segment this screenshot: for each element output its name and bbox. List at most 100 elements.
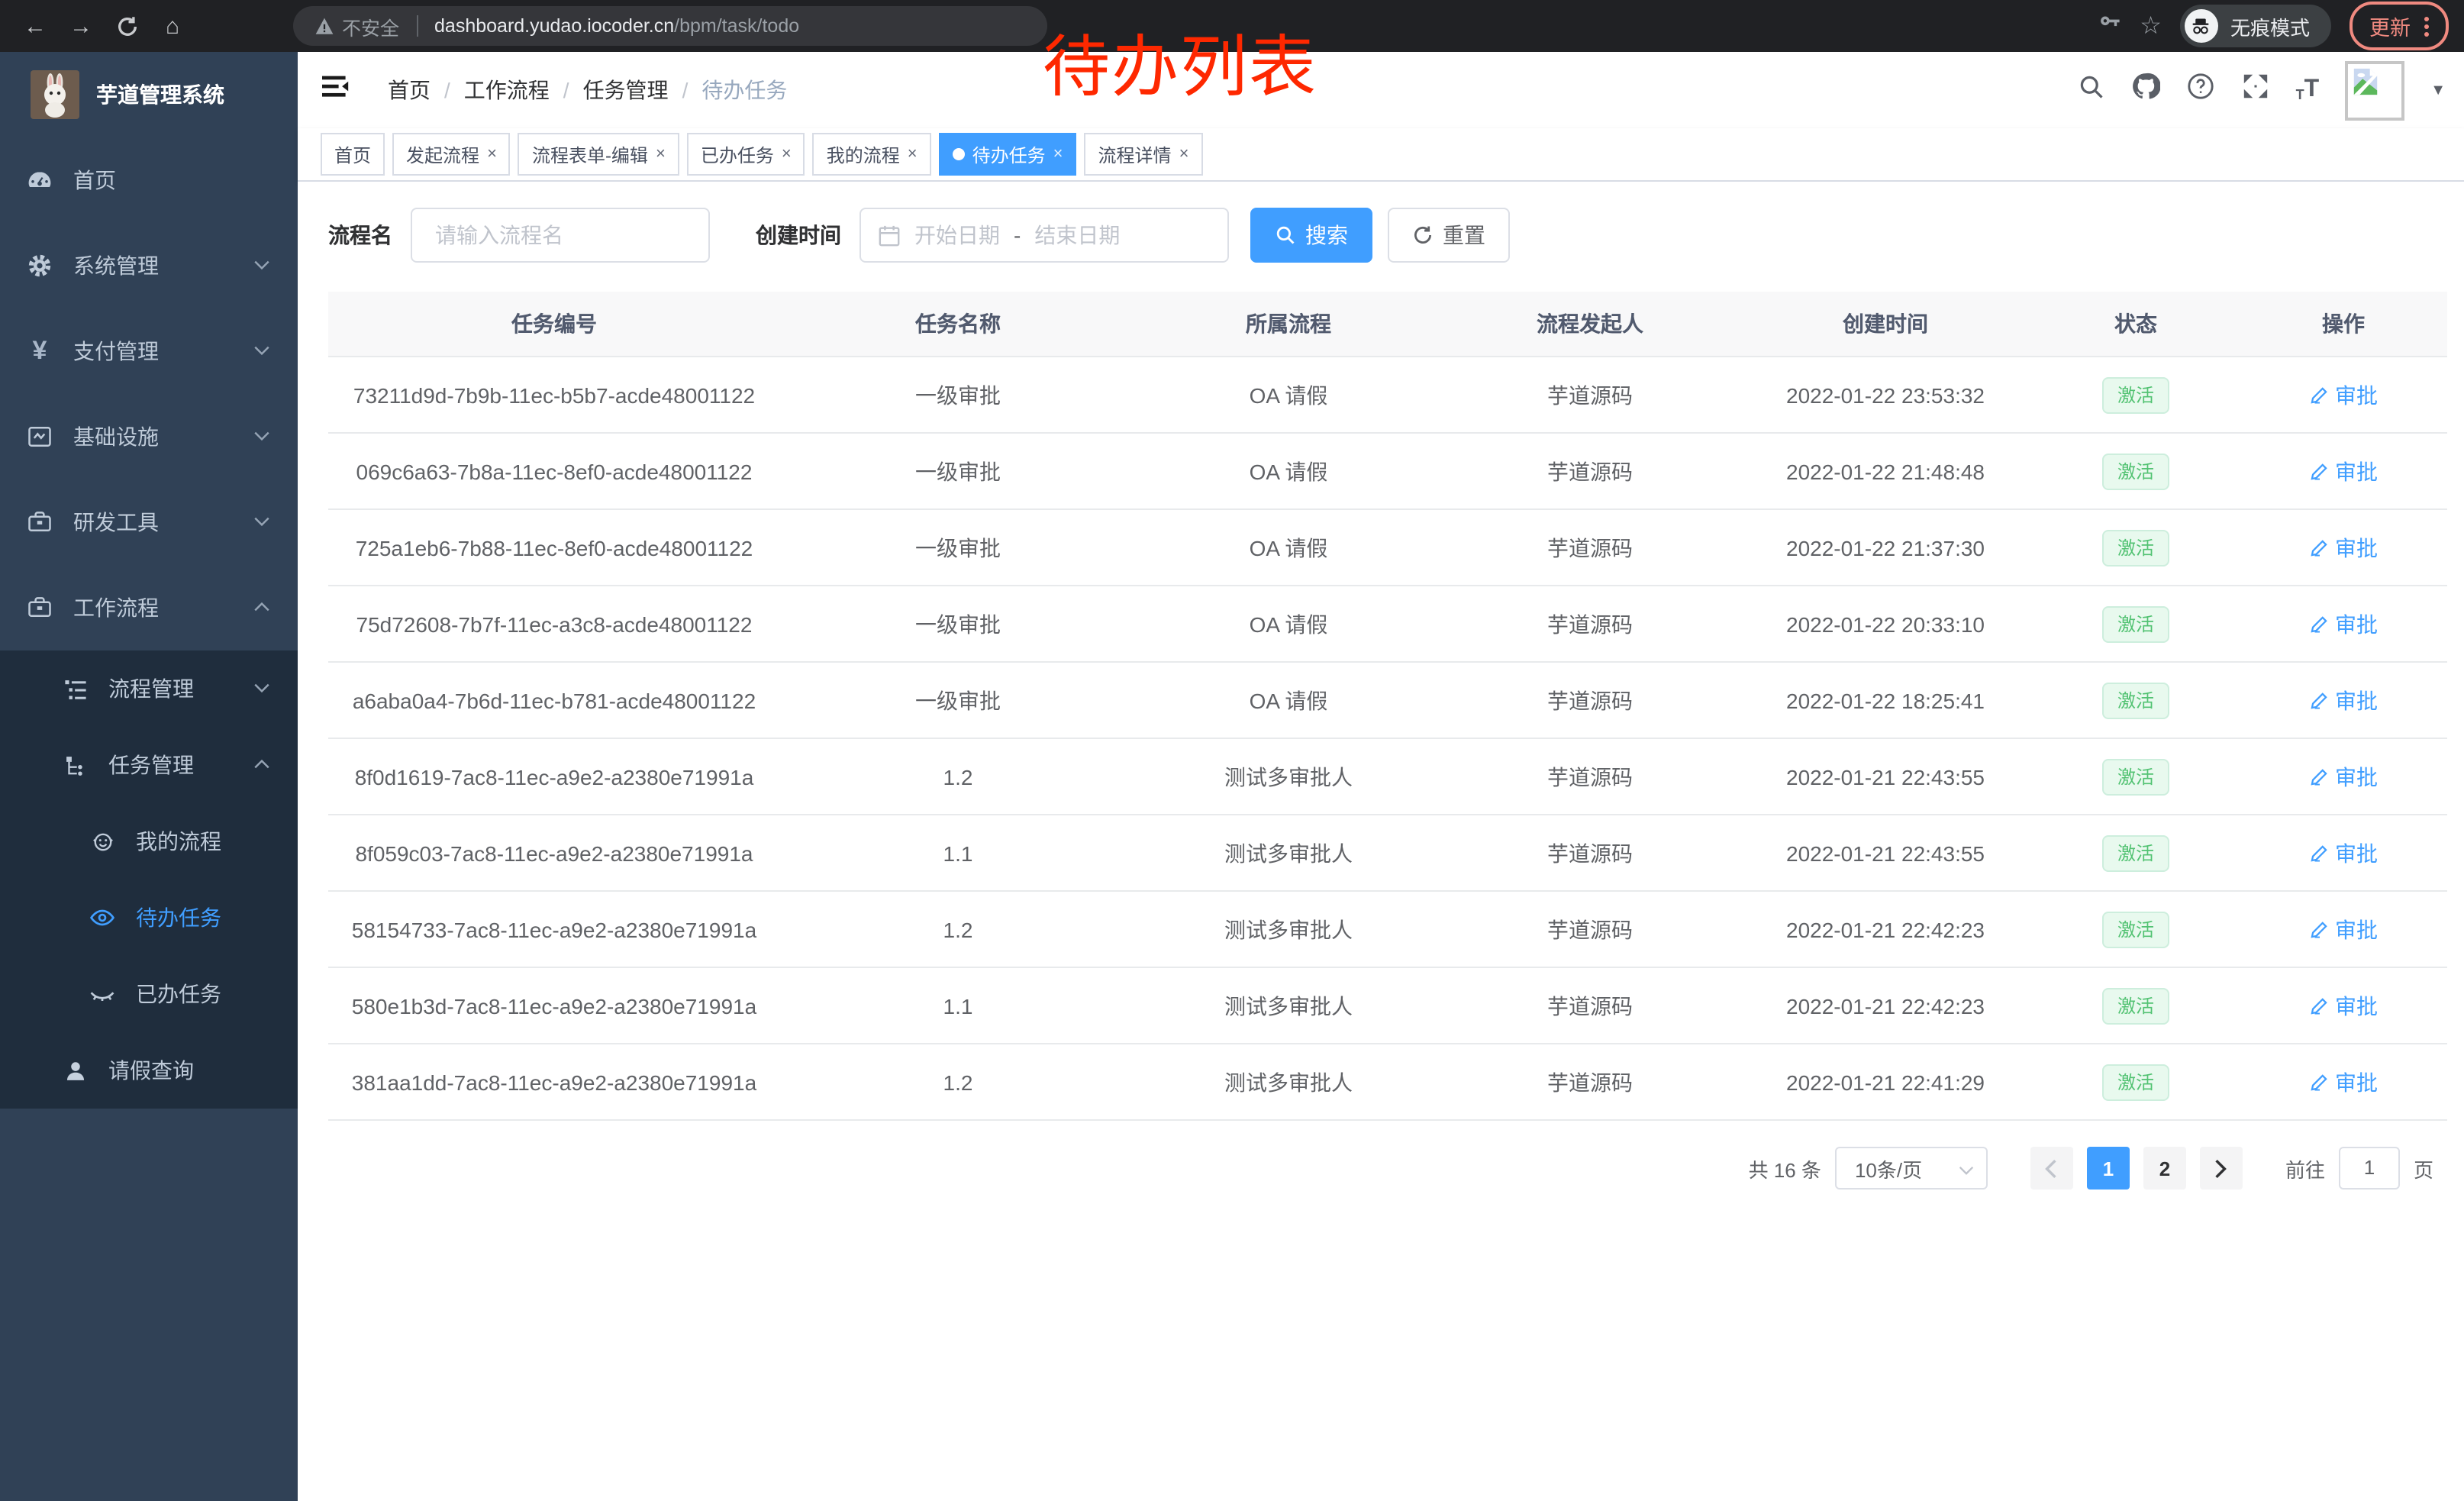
page-size-select[interactable]: 10条/页 xyxy=(1835,1147,1988,1190)
address-bar[interactable]: 不安全 dashboard.yudao.iocoder.cn/bpm/task/… xyxy=(293,6,1047,46)
font-size-icon[interactable]: TT xyxy=(2296,78,2320,102)
password-key-icon[interactable] xyxy=(2095,9,2121,43)
user-menu-caret-icon[interactable]: ▼ xyxy=(2430,82,2446,98)
approve-link[interactable]: 审批 xyxy=(2309,914,2378,944)
col-task-name: 任务名称 xyxy=(780,292,1136,357)
tag[interactable]: 流程表单-编辑 × xyxy=(518,133,679,176)
home-icon[interactable]: ⌂ xyxy=(153,6,192,46)
tag[interactable]: 首页 × xyxy=(321,133,385,176)
reload-icon[interactable] xyxy=(107,6,147,46)
workflow-submenu: 流程管理 任务管理 我的流程 待办任务 已办 xyxy=(0,650,298,1109)
url-text: dashboard.yudao.iocoder.cn/bpm/task/todo xyxy=(434,15,799,37)
close-icon[interactable]: × xyxy=(782,145,792,163)
approve-link[interactable]: 审批 xyxy=(2309,379,2378,410)
breadcrumb-separator: / xyxy=(563,78,569,102)
tag-label: 发起流程 xyxy=(406,141,479,167)
breadcrumb-workflow[interactable]: 工作流程 xyxy=(464,75,550,105)
date-range-picker[interactable]: 开始日期 - 结束日期 xyxy=(859,208,1229,263)
tag[interactable]: 流程详情 × xyxy=(1085,133,1203,176)
security-warning[interactable]: 不安全 xyxy=(314,11,399,40)
approve-link[interactable]: 审批 xyxy=(2309,761,2378,792)
red-annotation-text: 待办列表 xyxy=(1043,12,1317,110)
table-row: 580e1b3d-7ac8-11ec-a9e2-a2380e71991a 1.1… xyxy=(328,967,2447,1044)
page-button-2[interactable]: 2 xyxy=(2143,1147,2186,1190)
search-button[interactable]: 搜索 xyxy=(1250,208,1372,263)
browser-menu-icon[interactable] xyxy=(2424,16,2429,36)
sidebar-item-task-mgmt[interactable]: 任务管理 xyxy=(0,727,298,803)
cell-actions: 审批 xyxy=(2240,586,2447,662)
close-icon[interactable]: × xyxy=(1179,145,1189,163)
sidebar-item-my-process[interactable]: 我的流程 xyxy=(0,803,298,880)
update-button[interactable]: 更新 xyxy=(2350,2,2449,50)
process-name-input[interactable]: 请输入流程名 xyxy=(411,208,710,263)
status-badge: 激活 xyxy=(2102,987,2169,1024)
sidebar-item-process-mgmt[interactable]: 流程管理 xyxy=(0,650,298,727)
tag[interactable]: 已办任务 × xyxy=(687,133,805,176)
sidebar-item-infra[interactable]: 基础设施 xyxy=(0,394,298,479)
tag-label: 流程表单-编辑 xyxy=(532,141,648,167)
approve-link[interactable]: 审批 xyxy=(2309,838,2378,868)
approve-link[interactable]: 审批 xyxy=(2309,456,2378,486)
approve-link[interactable]: 审批 xyxy=(2309,685,2378,715)
collapse-sidebar-icon[interactable] xyxy=(321,73,351,108)
breadcrumb-home[interactable]: 首页 xyxy=(388,75,431,105)
sidebar-item-todo-tasks[interactable]: 待办任务 xyxy=(0,880,298,956)
breadcrumb: 首页 / 工作流程 / 任务管理 / 待办任务 xyxy=(388,75,787,105)
breadcrumb-task-mgmt[interactable]: 任务管理 xyxy=(583,75,669,105)
sidebar: 芋道管理系统 首页 系统管理 ¥ 支付管理 基础设施 xyxy=(0,52,298,1501)
back-icon[interactable]: ← xyxy=(15,6,55,46)
cell-actions: 审批 xyxy=(2240,815,2447,891)
approve-link[interactable]: 审批 xyxy=(2309,608,2378,639)
search-icon[interactable] xyxy=(2078,73,2105,108)
sidebar-item-label: 基础设施 xyxy=(73,421,159,452)
next-page-button[interactable] xyxy=(2200,1147,2243,1190)
sidebar-item-leave-query[interactable]: 请假查询 xyxy=(0,1032,298,1109)
github-icon[interactable] xyxy=(2131,72,2160,108)
approve-label: 审批 xyxy=(2335,456,2378,486)
close-icon[interactable]: × xyxy=(487,145,497,163)
reset-button[interactable]: 重置 xyxy=(1388,208,1510,263)
sidebar-item-home[interactable]: 首页 xyxy=(0,137,298,223)
search-icon xyxy=(1275,224,1296,246)
range-separator: - xyxy=(1014,223,1021,247)
cell-task-name: 一级审批 xyxy=(780,586,1136,662)
cell-task-id: 069c6a63-7b8a-11ec-8ef0-acde48001122 xyxy=(328,433,780,509)
cell-actions: 审批 xyxy=(2240,1044,2447,1120)
tag[interactable]: 待办任务 × xyxy=(939,133,1077,176)
sidebar-item-workflow[interactable]: 工作流程 xyxy=(0,565,298,650)
col-task-id: 任务编号 xyxy=(328,292,780,357)
page-content: 流程名 请输入流程名 创建时间 开始日期 - 结束日期 搜索 xyxy=(298,182,2464,1501)
approve-link[interactable]: 审批 xyxy=(2309,532,2378,563)
close-icon[interactable]: × xyxy=(656,145,666,163)
approve-link[interactable]: 审批 xyxy=(2309,990,2378,1021)
gear-icon xyxy=(26,252,53,279)
forward-icon[interactable]: → xyxy=(61,6,101,46)
sidebar-item-label: 我的流程 xyxy=(136,826,221,857)
tag[interactable]: 发起流程 × xyxy=(392,133,511,176)
col-actions: 操作 xyxy=(2240,292,2447,357)
bookmark-star-icon[interactable]: ☆ xyxy=(2140,11,2162,41)
close-icon[interactable]: × xyxy=(908,145,918,163)
tag[interactable]: 我的流程 × xyxy=(813,133,931,176)
avatar[interactable] xyxy=(2345,60,2404,120)
page-button-1[interactable]: 1 xyxy=(2087,1147,2130,1190)
sidebar-item-payment[interactable]: ¥ 支付管理 xyxy=(0,308,298,394)
help-icon[interactable] xyxy=(2186,72,2215,108)
sidebar-item-label: 系统管理 xyxy=(73,250,159,281)
cell-task-id: 73211d9d-7b9b-11ec-b5b7-acde48001122 xyxy=(328,357,780,433)
cell-status: 激活 xyxy=(2032,357,2240,433)
prev-page-button[interactable] xyxy=(2030,1147,2073,1190)
status-badge: 激活 xyxy=(2102,376,2169,413)
sidebar-item-label: 任务管理 xyxy=(108,750,194,780)
sidebar-item-devtools[interactable]: 研发工具 xyxy=(0,479,298,565)
cell-starter: 芋道源码 xyxy=(1441,662,1739,738)
cell-process: 测试多审批人 xyxy=(1136,1044,1441,1120)
logo-row[interactable]: 芋道管理系统 xyxy=(0,52,298,137)
cell-status: 激活 xyxy=(2032,738,2240,815)
goto-page-input[interactable]: 1 xyxy=(2339,1147,2400,1190)
close-icon[interactable]: × xyxy=(1053,145,1063,163)
fullscreen-icon[interactable] xyxy=(2241,72,2270,108)
approve-link[interactable]: 审批 xyxy=(2309,1067,2378,1097)
sidebar-item-done-tasks[interactable]: 已办任务 xyxy=(0,956,298,1032)
sidebar-item-system[interactable]: 系统管理 xyxy=(0,223,298,308)
